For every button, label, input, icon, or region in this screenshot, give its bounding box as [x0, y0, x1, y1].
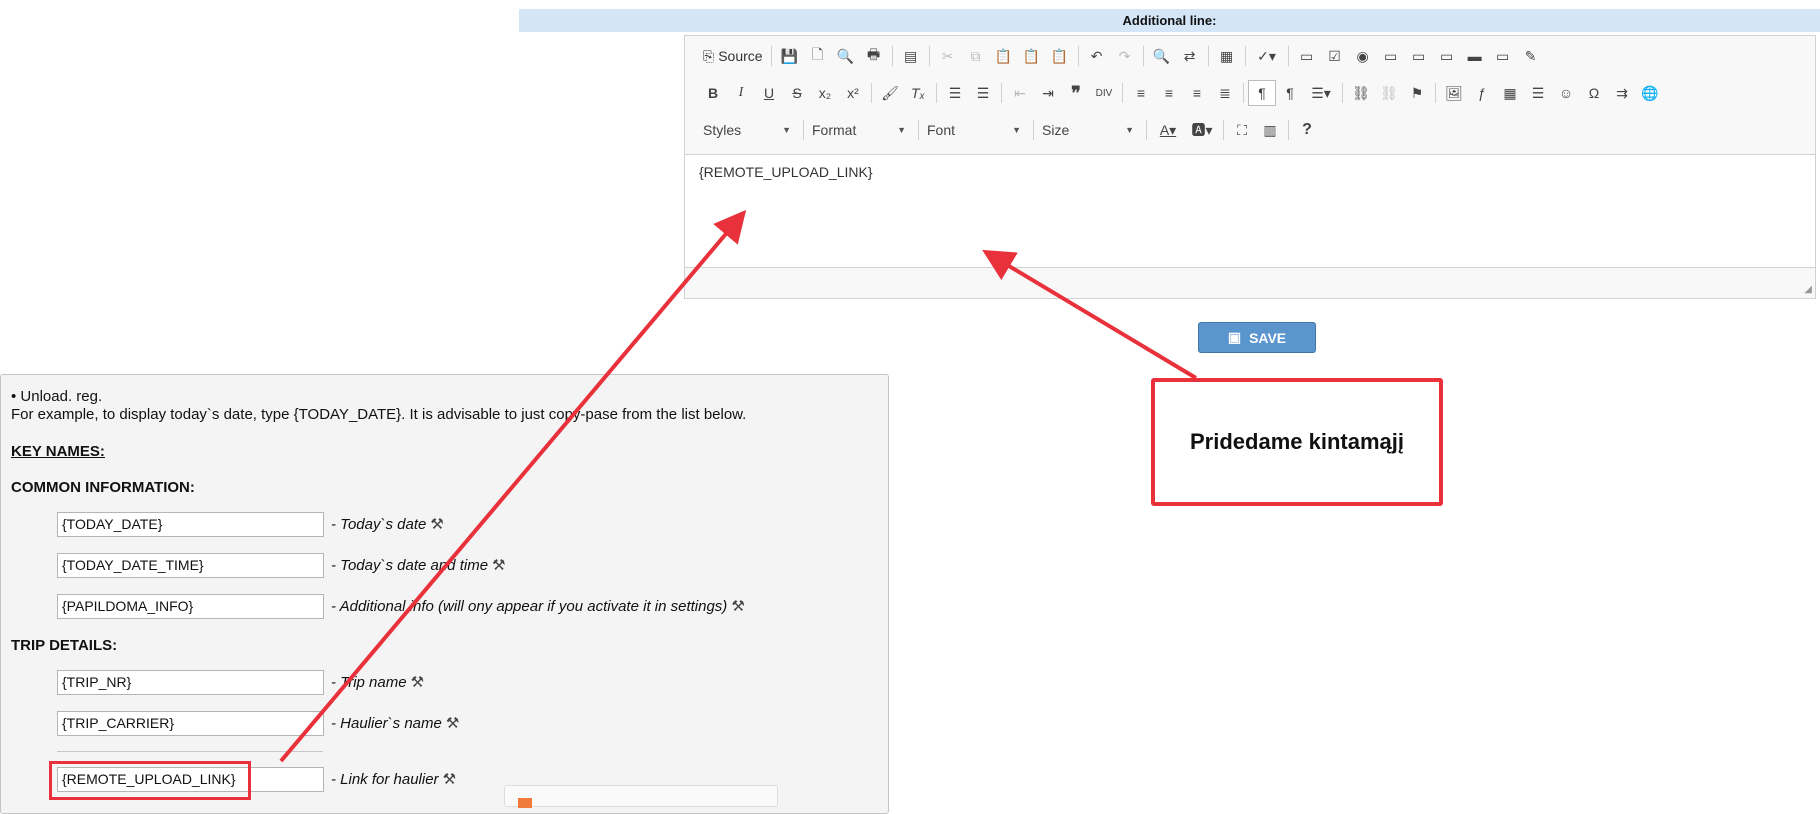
arrow-to-editor-line [279, 209, 747, 763]
arrow-from-annotation [982, 249, 1198, 380]
annotation-arrows [279, 209, 1198, 763]
